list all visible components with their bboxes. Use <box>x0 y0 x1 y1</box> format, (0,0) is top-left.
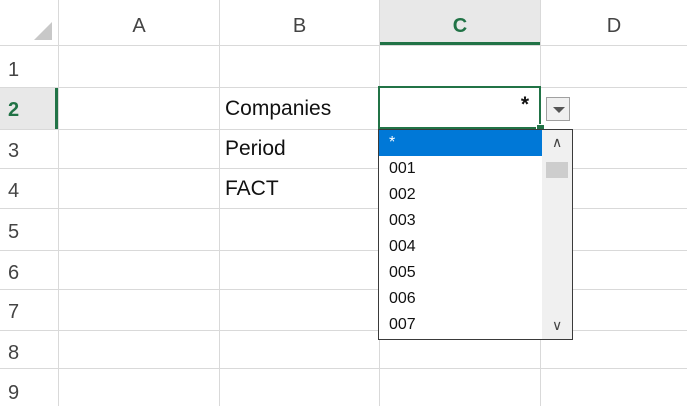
dropdown-item[interactable]: 007 <box>379 312 542 338</box>
active-cell-c2[interactable]: * <box>378 86 541 129</box>
grid-line <box>0 208 687 209</box>
grid-line <box>0 289 687 290</box>
grid-line <box>0 168 687 169</box>
grid-line <box>0 330 687 331</box>
dropdown-item[interactable]: 002 <box>379 182 542 208</box>
scroll-up-button[interactable]: ∧ <box>542 130 572 156</box>
cell-b2[interactable]: Companies <box>225 97 331 121</box>
column-header-c[interactable]: C <box>380 0 540 45</box>
column-header-d[interactable]: D <box>541 0 687 45</box>
column-header-a[interactable]: A <box>59 0 219 45</box>
cell-b3[interactable]: Period <box>225 137 286 161</box>
row-header-9[interactable]: 9 <box>0 369 58 406</box>
row-header-6[interactable]: 6 <box>0 251 58 289</box>
dropdown-item[interactable]: 004 <box>379 234 542 260</box>
row-header-1[interactable]: 1 <box>0 46 58 87</box>
chevron-down-icon: ∨ <box>552 317 563 333</box>
dropdown-item-selected[interactable]: * <box>379 130 542 156</box>
grid-line <box>0 368 687 369</box>
cell-b4[interactable]: FACT <box>225 177 279 201</box>
row-header-2[interactable]: 2 <box>0 88 58 129</box>
row-header-3[interactable]: 3 <box>0 130 58 168</box>
column-header-b[interactable]: B <box>220 0 379 45</box>
grid-line <box>0 87 687 88</box>
chevron-down-icon <box>553 107 565 113</box>
dropdown-item[interactable]: 003 <box>379 208 542 234</box>
select-all-corner[interactable] <box>0 0 58 45</box>
row-header-7[interactable]: 7 <box>0 290 58 330</box>
grid-line <box>0 250 687 251</box>
row-header-4[interactable]: 4 <box>0 169 58 208</box>
dropdown-button[interactable] <box>546 97 570 121</box>
grid-line <box>58 0 59 406</box>
validation-dropdown-list[interactable]: * 001 002 003 004 005 006 007 ∧ ∨ <box>378 129 573 340</box>
dropdown-item[interactable]: 005 <box>379 260 542 286</box>
cell-c2-value: * <box>520 93 529 116</box>
grid-line <box>0 129 687 130</box>
row-header-8[interactable]: 8 <box>0 331 58 368</box>
dropdown-item[interactable]: 006 <box>379 286 542 312</box>
spreadsheet-grid[interactable] <box>0 0 687 406</box>
row-header-5[interactable]: 5 <box>0 209 58 250</box>
chevron-up-icon: ∧ <box>552 134 563 150</box>
dropdown-scrollbar[interactable]: ∧ ∨ <box>542 130 572 339</box>
scroll-thumb[interactable] <box>546 162 568 178</box>
scroll-down-button[interactable]: ∨ <box>542 313 572 339</box>
select-all-triangle-icon <box>34 22 52 40</box>
grid-line <box>0 45 687 46</box>
dropdown-item[interactable]: 001 <box>379 156 542 182</box>
grid-line <box>219 0 220 406</box>
